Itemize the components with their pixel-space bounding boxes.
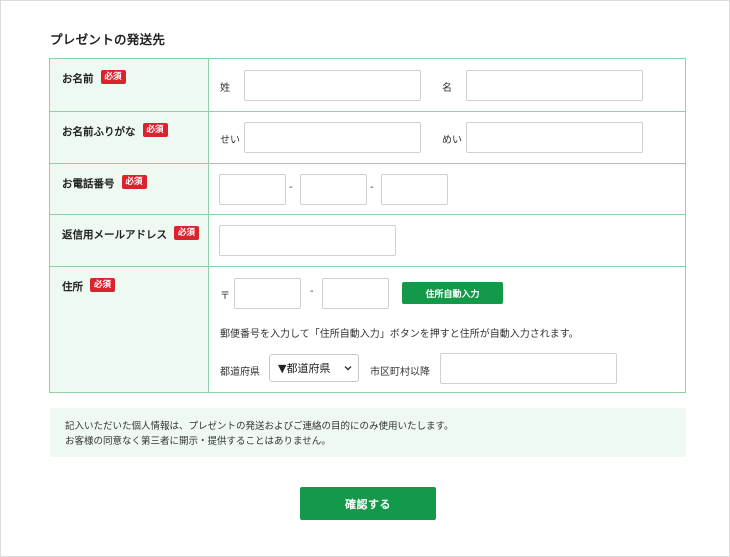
kana-label: お名前ふりがな: [62, 126, 136, 138]
row-mail: 返信用メールアドレス 必須: [50, 215, 685, 267]
section-title: プレゼントの発送先: [50, 32, 166, 47]
prefecture-selected-value: ▼都道府県: [278, 362, 331, 375]
zip-separator: -: [310, 286, 314, 297]
label-cell-kana: お名前ふりがな 必須: [50, 112, 209, 163]
value-cell-tel: - -: [209, 164, 685, 214]
last-name-input[interactable]: [244, 70, 421, 101]
value-cell-kana: せい めい: [209, 112, 685, 163]
last-kana-input[interactable]: [244, 122, 421, 153]
last-kana-label: せい: [220, 135, 240, 146]
chevron-down-icon: [344, 366, 352, 371]
first-kana-input[interactable]: [466, 122, 643, 153]
email-input[interactable]: [219, 225, 396, 256]
city-input[interactable]: [440, 353, 617, 384]
row-address: 住所 必須 〒 - 住所自動入力 郵便番号を入力して「住所自動入力」ボタンを押す…: [50, 267, 685, 392]
address-help-text: 郵便番号を入力して「住所自動入力」ボタンを押すと住所が自動入力されます。: [220, 329, 579, 340]
required-badge: 必須: [100, 70, 126, 84]
last-name-label: 姓: [220, 83, 230, 94]
row-kana: お名前ふりがな 必須 せい めい: [50, 112, 685, 164]
first-kana-label: めい: [442, 135, 462, 146]
row-tel: お電話番号 必須 - -: [50, 164, 685, 215]
address-autofill-button[interactable]: 住所自動入力: [402, 282, 503, 304]
prefecture-label: 都道府県: [220, 367, 260, 378]
notice-line-2: お客様の同意なく第三者に開示・提供することはありません。: [65, 436, 331, 447]
required-badge: 必須: [90, 278, 116, 292]
first-name-input[interactable]: [466, 70, 643, 101]
required-badge: 必須: [142, 123, 168, 137]
confirm-button[interactable]: 確認する: [300, 487, 436, 520]
tel-separator: -: [289, 182, 293, 193]
notice-line-1: 記入いただいた個人情報は、プレゼントの発送およびご連絡の目的にのみ使用いたします…: [65, 421, 454, 432]
tel-label: お電話番号: [62, 178, 115, 190]
name-label: お名前: [62, 73, 94, 85]
label-cell-mail: 返信用メールアドレス 必須: [50, 215, 209, 266]
first-name-label: 名: [442, 83, 452, 94]
tel-part3-input[interactable]: [381, 174, 448, 205]
value-cell-name: 姓 名: [209, 59, 685, 111]
required-badge: 必須: [174, 226, 200, 240]
prefecture-select[interactable]: ▼都道府県: [269, 354, 359, 382]
tel-part1-input[interactable]: [219, 174, 286, 205]
row-name: お名前 必須 姓 名: [50, 59, 685, 112]
label-cell-address: 住所 必須: [50, 267, 209, 392]
label-cell-name: お名前 必須: [50, 59, 209, 111]
tel-separator: -: [370, 182, 374, 193]
required-badge: 必須: [121, 175, 147, 189]
form-table: お名前 必須 姓 名 お名前ふりがな 必須 せい めい お電話番号 必須 - -…: [49, 58, 686, 393]
address-label: 住所: [62, 281, 83, 293]
value-cell-mail: [209, 215, 685, 266]
zip1-input[interactable]: [234, 278, 301, 309]
postal-mark: 〒: [220, 291, 230, 302]
zip2-input[interactable]: [322, 278, 389, 309]
privacy-notice: 記入いただいた個人情報は、プレゼントの発送およびご連絡の目的にのみ使用いたします…: [50, 408, 686, 457]
city-label: 市区町村以降: [370, 367, 430, 378]
tel-part2-input[interactable]: [300, 174, 367, 205]
label-cell-tel: お電話番号 必須: [50, 164, 209, 214]
mail-label: 返信用メールアドレス: [62, 229, 167, 241]
value-cell-address: 〒 - 住所自動入力 郵便番号を入力して「住所自動入力」ボタンを押すと住所が自動…: [209, 267, 685, 392]
